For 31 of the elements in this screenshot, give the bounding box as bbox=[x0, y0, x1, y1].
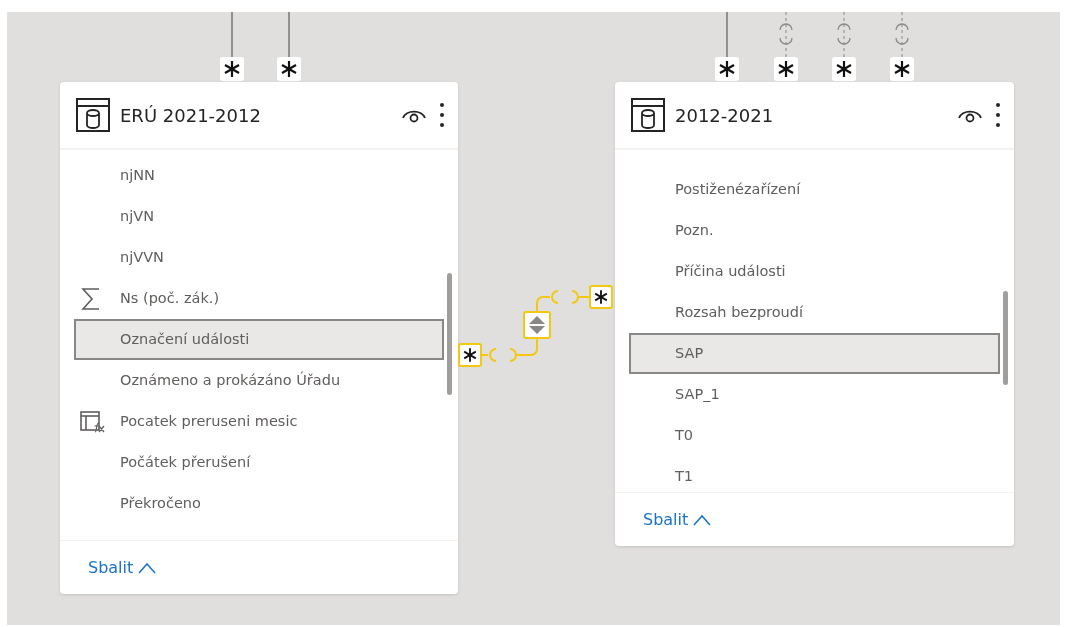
more-options-icon[interactable] bbox=[438, 102, 446, 128]
chevron-up-icon bbox=[692, 513, 713, 526]
field-row[interactable]: Oznámeno a prokázáno Úřadu bbox=[74, 360, 444, 401]
field-row[interactable]: Překročeno bbox=[74, 483, 444, 524]
sigma-icon bbox=[80, 286, 102, 311]
field-row[interactable]: Počátek přerušení bbox=[74, 442, 444, 483]
field-row[interactable]: njNN bbox=[74, 155, 444, 196]
field-row[interactable]: Pozn. bbox=[629, 210, 1000, 251]
field-row[interactable]: T0 bbox=[629, 415, 1000, 456]
table-icon bbox=[631, 98, 665, 132]
chevron-up-icon bbox=[137, 561, 158, 574]
scrollbar-thumb[interactable] bbox=[447, 273, 452, 395]
field-row[interactable]: Pocatek preruseni mesic bbox=[74, 401, 444, 442]
field-row[interactable]: SAP bbox=[629, 333, 1000, 374]
more-options-icon[interactable] bbox=[994, 102, 1002, 128]
table-title: 2012-2021 bbox=[675, 103, 775, 128]
field-row[interactable]: njVVN bbox=[74, 237, 444, 278]
field-row[interactable]: Příčina události bbox=[629, 251, 1000, 292]
table-icon bbox=[76, 98, 110, 132]
field-row[interactable]: Ns (poč. zák.) bbox=[74, 278, 444, 319]
field-row[interactable]: Rozsah bezproudí bbox=[629, 292, 1000, 333]
field-row[interactable]: Označení události bbox=[74, 319, 444, 360]
collapse-button[interactable]: Sbalit bbox=[88, 555, 158, 580]
field-row[interactable]: njVN bbox=[74, 196, 444, 237]
field-row[interactable]: Postiženézařízení bbox=[629, 169, 1000, 210]
scrollbar-thumb[interactable] bbox=[1003, 291, 1008, 385]
collapse-button[interactable]: Sbalit bbox=[643, 507, 713, 532]
calculated-table-icon bbox=[80, 409, 106, 434]
field-row[interactable]: T1 bbox=[629, 456, 1000, 492]
field-row[interactable]: SAP_1 bbox=[629, 374, 1000, 415]
table-title: ERÚ 2021-2012 bbox=[120, 103, 262, 128]
